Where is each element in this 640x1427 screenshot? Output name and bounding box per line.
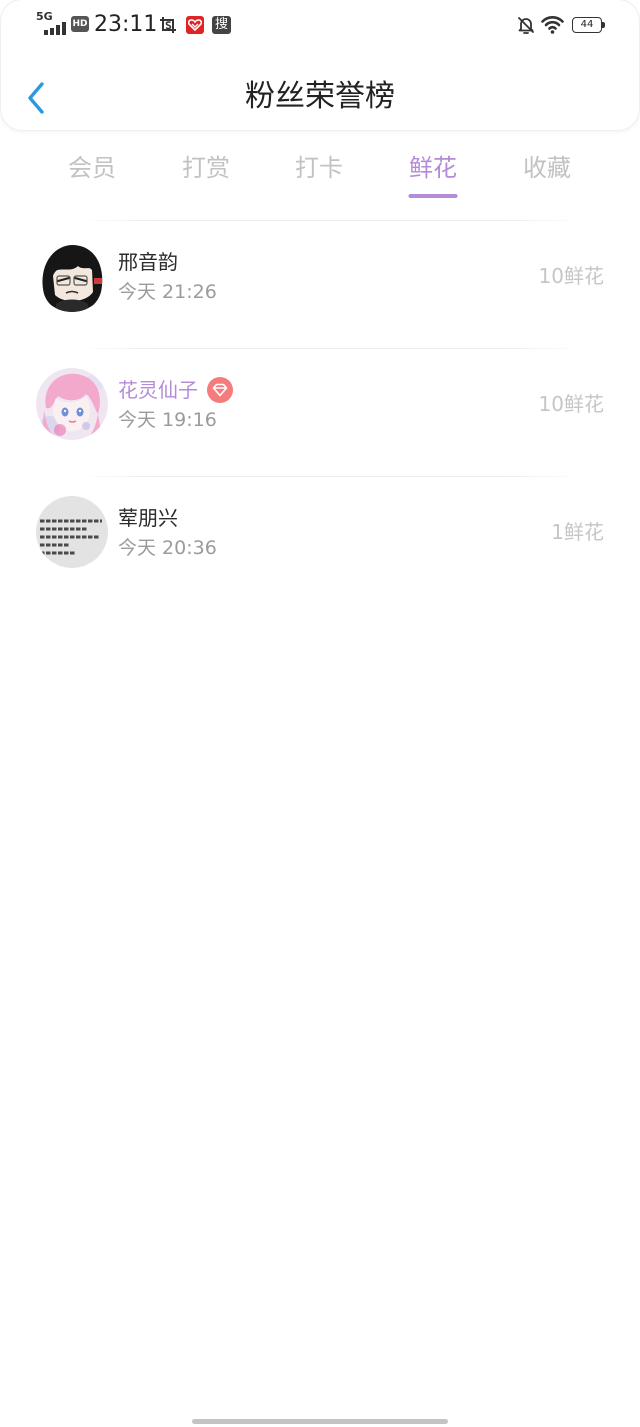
page-title: 粉丝荣誉榜 bbox=[245, 79, 395, 114]
bell-off-icon bbox=[516, 15, 536, 39]
tab-rewards[interactable]: 打赏 bbox=[156, 153, 256, 199]
active-tab-indicator bbox=[408, 194, 458, 198]
red-app-notification-icon bbox=[186, 16, 204, 34]
status-time: 23:11 bbox=[94, 12, 158, 37]
wifi-icon bbox=[541, 15, 564, 38]
user-name: 花灵仙子 bbox=[118, 378, 198, 402]
timestamp: 今天 20:36 bbox=[118, 537, 217, 559]
user-name: 荤朋兴 bbox=[118, 506, 178, 530]
tab-label: 会员 bbox=[68, 154, 116, 182]
tab-label: 收藏 bbox=[523, 154, 571, 182]
diamond-icon bbox=[207, 377, 233, 403]
screenshot-icon bbox=[159, 15, 178, 38]
search-app-icon: 搜 bbox=[212, 16, 231, 34]
flower-count: 1鲜花 bbox=[551, 520, 604, 544]
list-item[interactable]: 荤朋兴 今天 20:36 1鲜花 bbox=[0, 477, 640, 604]
avatar[interactable] bbox=[36, 368, 108, 440]
flower-count: 10鲜花 bbox=[538, 264, 604, 288]
tab-checkin[interactable]: 打卡 bbox=[269, 153, 369, 199]
avatar[interactable] bbox=[36, 240, 108, 312]
list-item[interactable]: 花灵仙子 今天 19:16 10鲜花 bbox=[0, 349, 640, 476]
timestamp: 今天 19:16 bbox=[118, 409, 217, 431]
tab-favorites[interactable]: 收藏 bbox=[497, 153, 597, 199]
tab-members[interactable]: 会员 bbox=[42, 153, 142, 199]
timestamp: 今天 21:26 bbox=[118, 281, 217, 303]
tab-label: 打赏 bbox=[182, 154, 230, 182]
flower-count: 10鲜花 bbox=[538, 392, 604, 416]
tab-label: 鲜花 bbox=[409, 154, 457, 182]
list-item[interactable]: 邢音韵 今天 21:26 10鲜花 bbox=[0, 221, 640, 348]
tab-flowers[interactable]: 鲜花 bbox=[383, 153, 483, 199]
home-indicator[interactable] bbox=[192, 1419, 448, 1424]
user-name: 邢音韵 bbox=[118, 250, 178, 274]
tab-label: 打卡 bbox=[295, 154, 343, 182]
hd-icon: HD bbox=[71, 16, 89, 32]
battery-icon: 44 bbox=[572, 17, 602, 33]
signal-icon bbox=[44, 20, 66, 39]
avatar[interactable] bbox=[36, 496, 108, 568]
battery-nub bbox=[602, 22, 605, 28]
